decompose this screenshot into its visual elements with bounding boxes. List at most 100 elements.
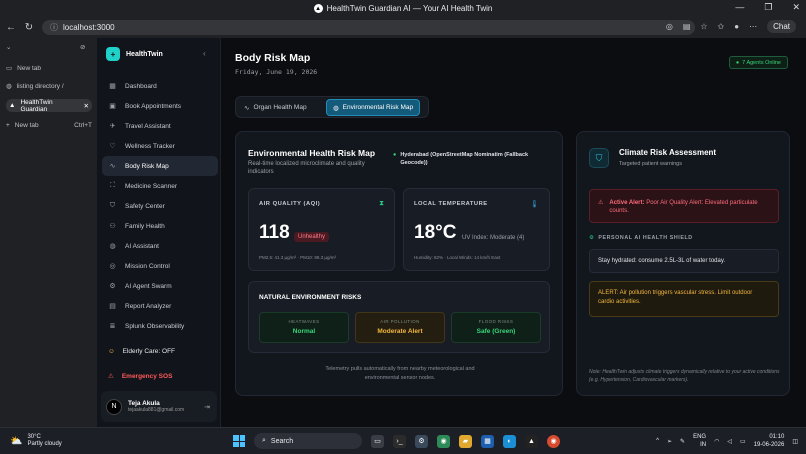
partly-cloudy-icon: ⛅ xyxy=(10,435,23,447)
plus-icon: + xyxy=(6,122,10,129)
tab-healthtwin[interactable]: ▲ HealthTwin Guardian ✕ xyxy=(6,99,92,113)
clock[interactable]: 01:10 19-06-2026 xyxy=(754,433,785,449)
browser-titlebar: ▲ HealthTwin Guardian AI — Your AI Health… xyxy=(0,0,806,17)
vertical-tab-strip: ⌄ ⊘ ▭ New tab ◍ listing directory / ▲ Healt… xyxy=(0,38,97,427)
nav-travel-assistant[interactable]: ✈ Travel Assistant xyxy=(102,116,218,136)
file-explorer-icon[interactable]: ▰ xyxy=(459,434,472,448)
elderly-care-toggle[interactable]: ☺ Elderly Care: OFF xyxy=(102,348,175,355)
nav-label: Safety Center xyxy=(125,202,165,210)
risk-value: Normal xyxy=(292,328,316,335)
avatar: N xyxy=(106,398,122,415)
tab-strip-collapse-icon[interactable]: ⌄ xyxy=(6,43,11,51)
env-subtitle: Real-time localized microclimate and qua… xyxy=(248,161,365,175)
user-card[interactable]: N Teja Akula tejaakula881@gmail.com ⇥ xyxy=(101,391,217,422)
uv-index: UV Index: Moderate (4) xyxy=(462,235,525,241)
close-icon[interactable]: ✕ xyxy=(792,2,800,13)
date: 19-06-2026 xyxy=(753,442,785,448)
nav-splunk-observability[interactable]: ≣ Splunk Observability xyxy=(102,316,218,336)
shortcut-hint: Ctrl+T xyxy=(74,122,92,129)
favorites-icon[interactable]: ✩ xyxy=(718,22,725,31)
system-tray: ^ ➢ ✎ ENG IN ◠ ◁ ▭ 01:10 19-06-2026 ◫ xyxy=(656,433,798,449)
profile-icon[interactable]: ● xyxy=(734,22,739,31)
page-date: Friday, June 19, 2026 xyxy=(235,68,318,76)
plane-icon: ✈ xyxy=(109,123,116,130)
tab-close-icon[interactable]: ✕ xyxy=(84,102,89,110)
taskbar-search[interactable]: ⌕ Search xyxy=(254,433,362,449)
nav-dashboard[interactable]: ▦ Dashboard xyxy=(102,76,218,96)
wifi-icon[interactable]: ◠ xyxy=(714,438,719,445)
sos-label: Emergency SOS xyxy=(121,372,173,380)
language-indicator[interactable]: ENG IN xyxy=(693,433,706,449)
nav-body-risk-map[interactable]: ∿ Body Risk Map xyxy=(102,156,218,176)
bookmark-star-icon[interactable]: ☆ xyxy=(700,22,707,31)
nav-safety-center[interactable]: ⛉ Safety Center xyxy=(102,196,218,216)
battery-icon[interactable]: ▭ xyxy=(740,438,746,445)
windows-start-icon[interactable] xyxy=(233,435,245,447)
pulse-icon: ∿ xyxy=(109,163,116,170)
terminal-icon[interactable]: ›_ xyxy=(393,434,406,448)
weather-desc: Partly cloudy xyxy=(27,441,62,447)
nav-book-appointments[interactable]: ▣ Book Appointments xyxy=(102,96,218,116)
app-window: + HealthTwin ‹ ▦ Dashboard ▣ Book Appointme… xyxy=(97,38,806,427)
menu-dots-icon[interactable]: ⋯ xyxy=(749,22,757,31)
nav-label: Dashboard xyxy=(125,82,157,90)
back-icon[interactable]: ← xyxy=(4,22,18,33)
location-icon[interactable]: ◎ xyxy=(666,22,673,31)
store-icon[interactable]: ▦ xyxy=(481,434,494,448)
minimize-icon[interactable]: — xyxy=(735,2,744,13)
nav-ai-agent-swarm[interactable]: ⚙ AI Agent Swarm xyxy=(102,276,218,296)
aqi-status-badge: Unhealthy xyxy=(294,232,330,242)
url-input[interactable]: ⓘ localhost:3000 xyxy=(42,20,695,35)
weather-temp: 30°C xyxy=(27,434,41,440)
sidebar: + HealthTwin ‹ ▦ Dashboard ▣ Book Appointme… xyxy=(97,38,221,427)
nav-family-health[interactable]: ⚇ Family Health xyxy=(102,216,218,236)
risk-label: AIR POLLUTION xyxy=(380,319,420,324)
weather-widget[interactable]: ⛅ 30°C Partly cloudy xyxy=(10,434,62,448)
pen-icon[interactable]: ✎ xyxy=(680,438,685,445)
chrome-active-icon[interactable]: ◉ xyxy=(547,434,560,448)
map-tabs: ∿ Organ Health Map ◍ Environmental Risk Ma… xyxy=(235,96,429,118)
lang: ENG xyxy=(693,434,707,440)
pin-icon[interactable]: ⊘ xyxy=(80,43,85,51)
tab-environmental-risk-map[interactable]: ◍ Environmental Risk Map xyxy=(326,99,421,116)
app-logo-icon: ▲ xyxy=(9,102,16,109)
nav-ai-assistant[interactable]: ◍ AI Assistant xyxy=(102,236,218,256)
scan-icon: ⛶ xyxy=(110,182,115,189)
reader-icon[interactable]: ▤ xyxy=(683,22,691,31)
sidebar-collapse-icon[interactable]: ‹ xyxy=(203,49,206,58)
health-shield-heading: ⚙ PERSONAL AI HEALTH SHIELD xyxy=(589,235,693,241)
notification-icon[interactable]: ◫ xyxy=(792,438,798,445)
tab-listing[interactable]: ◍ listing directory / xyxy=(6,82,64,91)
task-view-icon[interactable]: ▭ xyxy=(371,434,384,448)
nav-wellness-tracker[interactable]: ♡ Wellness Tracker xyxy=(102,136,218,156)
settings-icon[interactable]: ⚙ xyxy=(415,434,428,448)
nav-label: Body Risk Map xyxy=(125,162,169,170)
tab-new-top[interactable]: ▭ New tab xyxy=(6,64,41,73)
globe-icon: ◍ xyxy=(333,104,339,112)
natural-risks-title: NATURAL ENVIRONMENT RISKS xyxy=(259,294,362,301)
chat-button[interactable]: Chat xyxy=(767,20,796,33)
edge-icon[interactable]: ◐ xyxy=(503,434,516,448)
chrome-icon[interactable]: ◉ xyxy=(437,434,450,448)
site-info-icon[interactable]: ⓘ xyxy=(50,22,58,33)
grid-icon: ▦ xyxy=(109,83,116,90)
network-icon: ⚙ xyxy=(109,283,116,290)
tab-label: Organ Health Map xyxy=(253,104,307,111)
tab-organ-health-map[interactable]: ∿ Organ Health Map xyxy=(238,99,313,116)
nav-medicine-scanner[interactable]: ⛶ Medicine Scanner xyxy=(102,176,218,196)
nav-report-analyzer[interactable]: ▤ Report Analyzer xyxy=(102,296,218,316)
brand-name: HealthTwin xyxy=(126,50,163,58)
nav-mission-control[interactable]: ◎ Mission Control xyxy=(102,256,218,276)
send-icon[interactable]: ➢ xyxy=(667,438,672,445)
maximize-icon[interactable]: ❐ xyxy=(764,2,772,13)
reload-icon[interactable]: ↻ xyxy=(22,22,36,33)
chevron-up-icon[interactable]: ^ xyxy=(656,438,659,444)
app-logo-icon[interactable]: ▲ xyxy=(525,434,538,448)
nav-label: Medicine Scanner xyxy=(125,182,178,190)
logout-icon[interactable]: ⇥ xyxy=(204,403,210,411)
temperature-label: LOCAL TEMPERATURE xyxy=(414,201,488,207)
emergency-sos-button[interactable]: ⚠ Emergency SOS xyxy=(102,372,173,381)
tab-label: listing directory / xyxy=(16,82,64,90)
new-tab-button[interactable]: + New tab Ctrl+T xyxy=(6,122,92,129)
volume-icon[interactable]: ◁ xyxy=(727,438,732,445)
